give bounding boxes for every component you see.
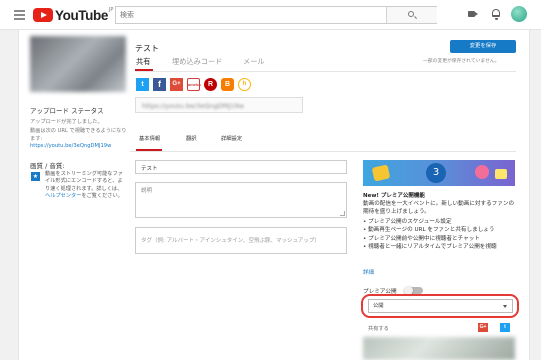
list-item: • 動画再生ページの URL をファンと共有しましょう: [363, 227, 495, 234]
upload-done-text: アップロードが完了しました。: [30, 119, 103, 125]
tab-share[interactable]: 共有: [136, 57, 150, 67]
hatena-icon[interactable]: h: [238, 78, 251, 91]
channel-thumbnail: [363, 337, 515, 360]
share-to-label: 共有する: [368, 326, 389, 332]
premiere-toggle-label: プレミア公開: [363, 289, 397, 295]
subtab-advanced[interactable]: 詳細設定: [221, 134, 242, 142]
star-icon: ★: [31, 172, 40, 181]
list-item: • プレミア公開前や公開中に視聴者とチャット: [363, 235, 480, 242]
notifications-icon[interactable]: [492, 9, 500, 20]
countdown-badge: 3: [426, 163, 446, 183]
google-plus-share-icon[interactable]: G+: [478, 323, 488, 332]
description-placeholder: 説明: [141, 188, 153, 194]
quality-text-end: をご覧ください。: [81, 192, 123, 199]
resize-handle-icon[interactable]: [340, 211, 345, 216]
top-bar: YouTube JP: [0, 0, 541, 30]
ameba-icon[interactable]: ameba: [187, 78, 201, 91]
unsaved-changes-note: 一部の変更が保存されていません。: [423, 59, 500, 64]
premiere-heading: New! プレミア公開機能: [363, 193, 425, 199]
facebook-icon[interactable]: f: [153, 78, 166, 91]
visibility-select[interactable]: 公開: [368, 299, 513, 313]
google-plus-icon[interactable]: G+: [170, 78, 183, 91]
youtube-logo[interactable]: YouTube JP: [33, 7, 113, 23]
visibility-value: 公開: [373, 303, 384, 309]
description-textarea[interactable]: 説明: [135, 182, 347, 218]
video-title: テスト: [135, 44, 159, 53]
search-input[interactable]: [116, 7, 386, 23]
subtabs-divider: [130, 151, 516, 152]
avatar[interactable]: [511, 6, 527, 22]
youtube-play-icon: [33, 8, 53, 22]
search-box: [115, 6, 437, 24]
upload-video-icon[interactable]: [468, 11, 478, 17]
logo-word: YouTube: [55, 7, 108, 23]
premiere-description: 動画の配信を一大イベントに。新しい動画に対するファンの期待を盛り上げましょう。: [363, 201, 515, 216]
premiere-toggle[interactable]: [404, 285, 423, 295]
upload-status-title: アップロード ステータス: [30, 107, 104, 115]
tab-embed[interactable]: 埋め込みコード: [172, 57, 222, 67]
video-url-label: 動画は次の URL で視聴できるようになります:: [30, 128, 127, 142]
tabs-divider: [135, 71, 516, 72]
quality-title: 画質 / 音質:: [30, 162, 65, 170]
twitter-share-icon[interactable]: t: [500, 323, 510, 332]
quality-text-start: 動画をストリーミング可能なファイル形式にエンコードすると、より速く処理されます。…: [45, 171, 123, 192]
premiere-feature-list: • プレミア公開のスケジュール設定 • 動画再生ページの URL をファンと共有…: [363, 218, 515, 251]
premiere-banner: 3: [363, 160, 515, 186]
title-input[interactable]: テスト: [135, 160, 347, 174]
subtab-translation[interactable]: 翻訳: [186, 134, 197, 142]
tab-email[interactable]: メール: [243, 57, 265, 67]
share-url-field[interactable]: https://youtu.be/3eQngDMJ19w: [135, 97, 303, 113]
share-url-text: https://youtu.be/3eQngDMJ19w: [142, 102, 244, 110]
premiere-more-link[interactable]: 詳細: [363, 268, 374, 276]
quality-text: 動画をストリーミング可能なファイル形式にエンコードすると、より速く処理されます。…: [45, 171, 123, 200]
list-item: • 視聴者と一緒にリアルタイムでプレミア公開を視聴: [363, 243, 497, 250]
list-item: • プレミア公開のスケジュール設定: [363, 219, 452, 225]
rakuten-icon[interactable]: R: [204, 78, 217, 91]
twitter-icon[interactable]: t: [136, 78, 149, 91]
help-center-link[interactable]: ヘルプセンター: [45, 193, 81, 199]
menu-icon[interactable]: [14, 10, 25, 22]
blogger-icon[interactable]: B: [221, 78, 234, 91]
search-icon: [408, 11, 414, 17]
save-changes-button[interactable]: 変更を保存: [450, 40, 516, 53]
video-url-link[interactable]: https://youtu.be/3eQngDMJ19w: [30, 143, 111, 149]
logo-region: JP: [108, 7, 114, 13]
chevron-down-icon: [503, 305, 507, 308]
ticket-icon: [495, 169, 507, 179]
popcorn-icon: [371, 164, 391, 182]
video-thumbnail: [30, 36, 126, 92]
tags-input[interactable]: タグ（例: アルバート・アインシュタイン、空飛ぶ豚、マッシュアップ）: [135, 227, 347, 254]
search-button[interactable]: [386, 7, 437, 23]
party-icon: [475, 165, 489, 179]
subtab-basic-info[interactable]: 基本情報: [139, 134, 160, 142]
